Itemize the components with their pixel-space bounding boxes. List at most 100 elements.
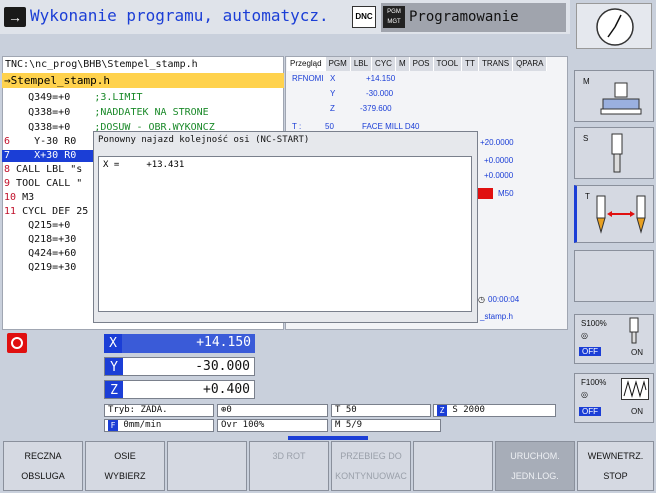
status-value-1: +20.0000 <box>480 138 514 147</box>
line-code: Q215=+0 <box>4 220 71 231</box>
softkey-4[interactable]: 3D ROT <box>249 441 329 491</box>
spindle-override-key[interactable]: S100% ◎ OFF ON <box>574 314 654 364</box>
m-function-label: M50 <box>498 189 514 198</box>
program-path: TNC:\nc_prog\BHB\Stempel_stamp.h <box>5 59 198 70</box>
mode-info: Tryb: ZADA. <box>104 404 214 417</box>
feed-value: 0mm/min <box>123 420 162 430</box>
position-x: X +14.150 <box>104 334 255 353</box>
programming-mode-box[interactable]: PGM MGT Programowanie <box>381 3 566 32</box>
line-code: Q338=+0 <box>4 107 71 118</box>
line-code: Q219=+30 <box>4 262 77 273</box>
program-line[interactable]: 8 CALL LBL "s <box>4 164 82 176</box>
empty-right-key[interactable] <box>574 250 654 302</box>
program-line[interactable]: Q215=+0 <box>4 220 70 232</box>
line-code: Q424=+60 <box>4 248 77 259</box>
operating-mode-title: Wykonanie programu, automatycz. <box>30 6 329 25</box>
feed-override-key[interactable]: F100% ◎ OFF ON <box>574 373 654 423</box>
spindle-info: Z S 2000 <box>433 404 556 417</box>
status-axis-z-value: -379.600 <box>360 104 392 113</box>
program-line[interactable]: Q424=+60 <box>4 248 76 260</box>
line-code: CALL LBL "s <box>10 164 83 175</box>
alert-icon[interactable] <box>7 333 27 353</box>
s-function-key[interactable]: S <box>574 127 654 179</box>
status-tab[interactable]: TOOL <box>433 57 463 71</box>
status-axis-x: X <box>330 74 336 83</box>
softkey-6[interactable] <box>413 441 493 491</box>
m-function-key[interactable]: M <box>574 70 654 122</box>
status-tab[interactable]: M <box>395 57 410 71</box>
program-line[interactable]: Q349=+0 ;3.LIMIT <box>4 92 142 104</box>
t-function-key[interactable]: T <box>574 185 654 243</box>
program-line[interactable]: Q219=+30 <box>4 262 76 274</box>
spindle-value: S 2000 <box>452 405 485 415</box>
status-tab[interactable]: POS <box>409 57 434 71</box>
status-tab[interactable]: QPARA <box>513 57 548 71</box>
rotation-value: 0 <box>226 405 232 415</box>
softkey-3[interactable] <box>167 441 247 491</box>
status-tab[interactable]: PGM <box>325 57 351 71</box>
position-x-value: +14.150 <box>196 335 251 350</box>
softkey-label-1: RECZNA <box>24 451 62 461</box>
softkey-2[interactable]: OSIE WYBIERZ <box>85 441 165 491</box>
m-key-label: M <box>583 77 590 86</box>
feed-wave-icon <box>621 378 649 400</box>
program-file-name: →Stempel_stamp.h <box>2 73 284 88</box>
s-on-toggle[interactable]: ON <box>631 348 643 357</box>
line-code: TOOL CALL " <box>10 178 83 189</box>
position-y-value: -30.000 <box>195 359 250 374</box>
s-off-toggle[interactable]: OFF <box>579 347 601 356</box>
f-off-toggle[interactable]: OFF <box>579 407 601 416</box>
program-line[interactable]: 9 TOOL CALL " <box>4 178 82 190</box>
line-code: CYCL DEF 25 <box>16 206 89 217</box>
feed-badge: F <box>108 420 118 431</box>
softkey-7[interactable]: URUCHOM. JEDN.LOG. <box>495 441 575 491</box>
position-y: Y -30.000 <box>104 357 255 376</box>
line-code: M3 <box>16 192 35 203</box>
softkey-label-2: KONTYNUOWAC <box>335 471 407 481</box>
program-line[interactable]: 6 Y-30 R0 <box>4 136 76 148</box>
dialog-axis-line: X = +13.431 <box>103 160 185 170</box>
reposition-dialog: Ponowny najazd kolejność osi (NC-START) … <box>93 131 478 323</box>
line-code: Q338=+0 <box>4 122 71 133</box>
status-axis-y: Y <box>330 89 336 98</box>
softkey-label-2: STOP <box>603 471 628 481</box>
spindle-icon <box>611 133 623 173</box>
pgm-mgt-icon: PGM MGT <box>383 6 405 28</box>
status-tab[interactable]: CYC <box>372 57 396 71</box>
status-tab[interactable]: LBL <box>350 57 373 71</box>
program-line[interactable]: 11 CYCL DEF 25 <box>4 206 88 218</box>
dnc-icon[interactable]: DNC <box>352 6 376 28</box>
status-tab[interactable]: Przegląd <box>287 57 326 71</box>
softkey-5[interactable]: PRZEBIEG DO KONTYNUOWAC <box>331 441 411 491</box>
mgt-icon-label: MGT <box>387 19 401 25</box>
status-axis-z: Z <box>330 104 335 113</box>
program-line[interactable]: 7 X+30 R0 <box>2 150 102 162</box>
program-line[interactable]: Q218=+30 <box>4 234 76 246</box>
tool-label: T : <box>292 122 302 131</box>
spindle-small-icon <box>629 317 639 344</box>
line-comment: ;NADDATEK NA STRONE <box>70 107 209 118</box>
status-value-3: +0.0000 <box>484 171 514 180</box>
rfnomi-label: RFNOMI <box>292 74 324 83</box>
program-line[interactable]: Q338=+0 ;NADDATEK NA STRONE <box>4 107 209 119</box>
status-tab[interactable]: TT <box>462 57 479 71</box>
program-line[interactable]: 10 M3 <box>4 192 34 204</box>
tool-name: FACE MILL D40 <box>362 122 420 131</box>
s100-label: S100% <box>581 319 607 328</box>
run-time: 00:00:04 <box>488 295 520 304</box>
f-on-toggle[interactable]: ON <box>631 407 643 416</box>
m-function-indicator <box>478 188 493 199</box>
operating-mode-icon: → <box>4 7 26 27</box>
position-y-axis: Y <box>105 358 123 375</box>
t-key-label: T <box>585 192 590 201</box>
softkey-1[interactable]: RECZNA OBSLUGA <box>3 441 83 491</box>
softkey-label-2: OBSLUGA <box>21 471 65 481</box>
timer-icon: ◷ <box>478 295 485 304</box>
status-tab[interactable]: TRANS <box>478 57 514 71</box>
m-info: M 5/9 <box>331 419 441 432</box>
machine-icon <box>600 82 642 115</box>
softkey-8[interactable]: WEWNETRZ. STOP <box>577 441 654 491</box>
status-file-name: _stamp.h <box>480 312 513 321</box>
position-x-axis: X <box>104 334 122 353</box>
position-z-axis: Z <box>105 381 123 398</box>
